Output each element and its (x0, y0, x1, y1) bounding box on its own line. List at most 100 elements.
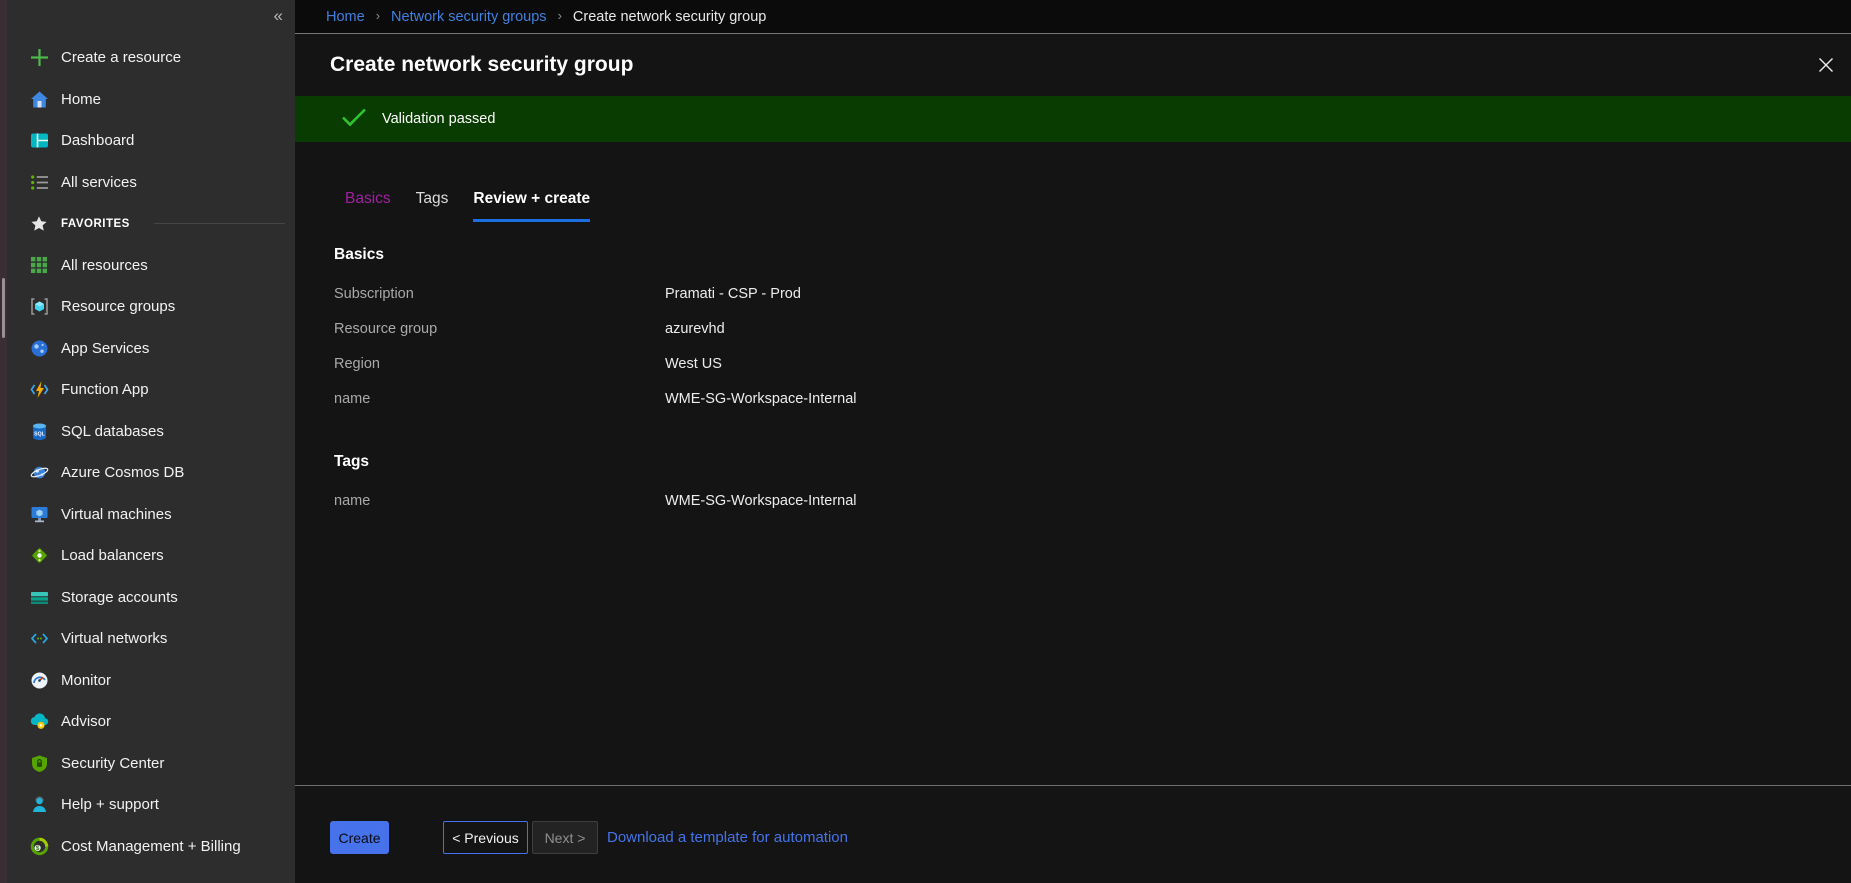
window-edge-strip (0, 0, 7, 883)
sidebar: « Create a resource Home Dashboard All s… (7, 0, 295, 883)
sidebar-item-label: Advisor (61, 713, 111, 730)
main-area: Home › Network security groups › Create … (295, 0, 1851, 883)
sidebar-item-label: Help + support (61, 796, 159, 813)
sidebar-item-label: Security Center (61, 755, 164, 772)
cosmos-db-icon (29, 463, 49, 483)
review-row-resource-group: Resource group azurevhd (334, 311, 1851, 346)
tab-basics[interactable]: Basics (345, 190, 391, 222)
tags-rows: name WME-SG-Workspace-Internal (334, 483, 1851, 518)
previous-button[interactable]: < Previous (443, 821, 528, 854)
list-icon (29, 172, 49, 192)
virtual-machine-icon (29, 504, 49, 524)
sidebar-item-label: Monitor (61, 672, 111, 689)
tab-bar: Basics Tags Review + create (345, 190, 1851, 222)
sidebar-item-cost-management-billing[interactable]: $ Cost Management + Billing (7, 826, 295, 868)
sidebar-item-security-center[interactable]: Security Center (7, 743, 295, 785)
row-label: Region (334, 356, 665, 372)
collapse-sidebar-icon[interactable]: « (274, 7, 283, 24)
sidebar-item-label: Load balancers (61, 547, 164, 564)
download-template-link[interactable]: Download a template for automation (607, 829, 848, 846)
row-value: WME-SG-Workspace-Internal (665, 391, 857, 407)
sidebar-item-function-app[interactable]: Function App (7, 369, 295, 411)
sidebar-item-storage-accounts[interactable]: Storage accounts (7, 577, 295, 619)
sidebar-item-resource-groups[interactable]: Resource groups (7, 286, 295, 328)
breadcrumb: Home › Network security groups › Create … (295, 0, 1851, 33)
plus-icon (29, 48, 49, 68)
sidebar-item-label: Function App (61, 381, 149, 398)
sidebar-item-virtual-networks[interactable]: Virtual networks (7, 618, 295, 660)
sidebar-item-virtual-machines[interactable]: Virtual machines (7, 494, 295, 536)
page-title: Create network security group (330, 53, 633, 77)
row-value: West US (665, 356, 722, 372)
sidebar-item-dashboard[interactable]: Dashboard (7, 120, 295, 162)
tab-tags[interactable]: Tags (416, 190, 449, 222)
sidebar-item-all-services[interactable]: All services (7, 162, 295, 204)
section-heading-tags: Tags (334, 453, 1851, 471)
close-icon[interactable] (1811, 50, 1841, 80)
scroll-indicator[interactable] (2, 278, 5, 338)
row-value: Pramati - CSP - Prod (665, 286, 801, 302)
row-label: Resource group (334, 321, 665, 337)
svg-text:SQL: SQL (34, 431, 45, 437)
sidebar-item-create-a-resource[interactable]: Create a resource (7, 37, 295, 79)
monitor-icon (29, 670, 49, 690)
sidebar-item-label: All services (61, 174, 137, 191)
app-services-icon (29, 338, 49, 358)
grid-icon (29, 255, 49, 275)
sidebar-item-label: Home (61, 91, 101, 108)
sidebar-item-sql-databases[interactable]: SQL SQL databases (7, 411, 295, 453)
virtual-network-icon (29, 629, 49, 649)
svg-text:$: $ (35, 845, 39, 852)
home-icon (29, 89, 49, 109)
breadcrumb-nsg-link[interactable]: Network security groups (391, 9, 547, 25)
sidebar-section-favorites: FAVORITES (7, 203, 295, 245)
sidebar-item-all-resources[interactable]: All resources (7, 245, 295, 287)
create-button[interactable]: Create (330, 821, 389, 854)
sidebar-item-label: SQL databases (61, 423, 164, 440)
panel-title-bar: Create network security group (295, 34, 1851, 96)
sidebar-item-label: Dashboard (61, 132, 134, 149)
sidebar-nav: Create a resource Home Dashboard All ser… (7, 37, 295, 867)
chevron-right-icon: › (558, 8, 562, 23)
row-value: azurevhd (665, 321, 725, 337)
review-row-subscription: Subscription Pramati - CSP - Prod (334, 276, 1851, 311)
sidebar-item-azure-cosmos-db[interactable]: Azure Cosmos DB (7, 452, 295, 494)
basics-rows: Subscription Pramati - CSP - Prod Resour… (334, 276, 1851, 416)
sidebar-item-label: Virtual networks (61, 630, 167, 647)
validation-banner: Validation passed (295, 96, 1851, 142)
breadcrumb-home-link[interactable]: Home (326, 9, 365, 25)
create-nsg-panel: Create network security group Validation… (295, 33, 1851, 883)
advisor-icon (29, 712, 49, 732)
chevron-right-icon: › (376, 8, 380, 23)
favorites-label: FAVORITES (61, 218, 130, 230)
sidebar-item-monitor[interactable]: Monitor (7, 660, 295, 702)
favorites-divider (154, 223, 285, 224)
resource-group-icon (29, 297, 49, 317)
sidebar-item-advisor[interactable]: Advisor (7, 701, 295, 743)
help-support-icon (29, 795, 49, 815)
check-icon (341, 107, 367, 132)
sidebar-item-app-services[interactable]: App Services (7, 328, 295, 370)
dashboard-icon (29, 131, 49, 151)
review-row-name: name WME-SG-Workspace-Internal (334, 381, 1851, 416)
storage-account-icon (29, 587, 49, 607)
cost-management-icon: $ (29, 836, 49, 856)
validation-message: Validation passed (382, 111, 495, 127)
function-app-icon (29, 380, 49, 400)
section-gap (334, 416, 1851, 429)
sidebar-item-home[interactable]: Home (7, 79, 295, 121)
breadcrumb-current: Create network security group (573, 9, 766, 25)
sidebar-item-label: Resource groups (61, 298, 175, 315)
row-label: name (334, 493, 665, 509)
sidebar-item-label: All resources (61, 257, 148, 274)
security-center-icon (29, 753, 49, 773)
row-label: name (334, 391, 665, 407)
row-value: WME-SG-Workspace-Internal (665, 493, 857, 509)
tab-review-create[interactable]: Review + create (473, 190, 590, 222)
next-button[interactable]: Next > (532, 821, 598, 854)
sidebar-item-label: Virtual machines (61, 506, 172, 523)
sidebar-item-label: Azure Cosmos DB (61, 464, 184, 481)
sidebar-item-load-balancers[interactable]: Load balancers (7, 535, 295, 577)
star-icon (29, 214, 49, 234)
sidebar-item-help-support[interactable]: Help + support (7, 784, 295, 826)
